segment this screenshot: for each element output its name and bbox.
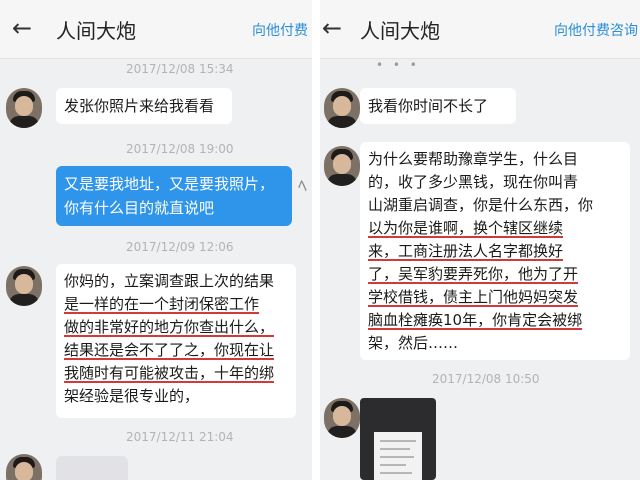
more-dots: • • • xyxy=(376,58,420,72)
timestamp: 2017/12/08 19:00 xyxy=(126,142,234,156)
message-line: 架经验是很专业的， xyxy=(64,387,200,405)
message-bubble[interactable]: 为什么要帮助豫章学生，什么目 的，收了多少黑钱，现在你叫青 山湖重启调查，你是什… xyxy=(360,142,630,360)
message-line: 又是要我地址，又是要我照片， xyxy=(64,175,275,193)
image-message[interactable] xyxy=(360,398,436,480)
message-text: 发张你照片来给我看看 xyxy=(64,97,215,115)
pay-consult-link[interactable]: 向他付费咨询 xyxy=(554,22,638,40)
underlined-line: 结果还是会不了了之，你现在让 xyxy=(64,341,275,359)
underlined-line: 做的非常好的地方你查出什么， xyxy=(64,318,275,336)
underlined-line: 了，吴军豹要弄死你，他为了开 xyxy=(368,265,579,283)
message-line: 架，然后…… xyxy=(368,334,459,352)
avatar[interactable] xyxy=(6,88,42,128)
chat-title: 人间大炮 xyxy=(56,19,136,43)
back-arrow-icon[interactable]: ← xyxy=(322,14,342,42)
message-text: 你妈的，立案调查跟上次的结果 xyxy=(64,272,275,290)
timestamp: 2017/12/08 15:34 xyxy=(126,62,234,76)
timestamp: 2017/12/11 21:04 xyxy=(126,430,234,444)
underlined-line: 是一样的在一个封闭保密工作 xyxy=(64,295,260,313)
right-chat-screen: ← 人间大炮 向他付费咨询 • • • 我看你时间不长了 为什么要帮助豫章学生，… xyxy=(320,0,640,480)
underlined-line: 以为你是谁啊，换个辖区继续 xyxy=(368,219,564,237)
avatar[interactable] xyxy=(324,146,360,186)
message-line: 为什么要帮助豫章学生，什么目 xyxy=(368,150,579,168)
message-line: 的，收了多少黑钱，现在你叫青 xyxy=(368,173,579,191)
message-line: 你妈的，立案调查跟上次的结果 xyxy=(64,270,288,293)
pay-consult-link[interactable]: 向他付费 xyxy=(252,22,308,40)
timestamp: 2017/12/09 12:06 xyxy=(126,240,234,254)
avatar[interactable] xyxy=(6,454,42,480)
left-chat-screen: ← 人间大炮 向他付费 2017/12/08 15:34 发张你照片来给我看看 … xyxy=(0,0,312,480)
chat-title: 人间大炮 xyxy=(360,19,440,43)
message-bubble[interactable]: 你妈的，立案调查跟上次的结果 是一样的在一个封闭保密工作 做的非常好的地方你查出… xyxy=(56,264,296,418)
underlined-line: 来，工商注册法人名字都换好 xyxy=(368,242,564,260)
chat-header: ← 人间大炮 向他付费 xyxy=(0,0,312,59)
underlined-line: 学校借钱，债主上门他妈妈突发 xyxy=(368,288,579,306)
message-bubble[interactable]: 我看你时间不长了 xyxy=(360,88,516,124)
avatar[interactable] xyxy=(324,398,360,438)
scroll-arc-icon: ﾍ xyxy=(298,176,307,197)
message-line: 你有什么目的就直说吧 xyxy=(64,199,215,217)
timestamp: 2017/12/08 10:50 xyxy=(432,372,540,386)
back-arrow-icon[interactable]: ← xyxy=(12,14,32,42)
my-message-bubble[interactable]: 又是要我地址，又是要我照片， 你有什么目的就直说吧 xyxy=(56,166,292,226)
avatar[interactable] xyxy=(324,88,360,128)
message-text: 我看你时间不长了 xyxy=(368,97,489,115)
chat-header: ← 人间大炮 向他付费咨询 xyxy=(320,0,640,59)
message-bubble[interactable]: 发张你照片来给我看看 xyxy=(56,88,232,124)
avatar[interactable] xyxy=(6,266,42,306)
image-message[interactable] xyxy=(56,456,128,480)
document-thumbnail xyxy=(374,432,422,480)
underlined-line: 我随时有可能被攻击，十年的绑 xyxy=(64,364,275,382)
message-line: 山湖重启调查，你是什么东西，你 xyxy=(368,196,594,214)
underlined-line: 脑血栓瘫痪10年，你肯定会被绑 xyxy=(368,311,583,329)
